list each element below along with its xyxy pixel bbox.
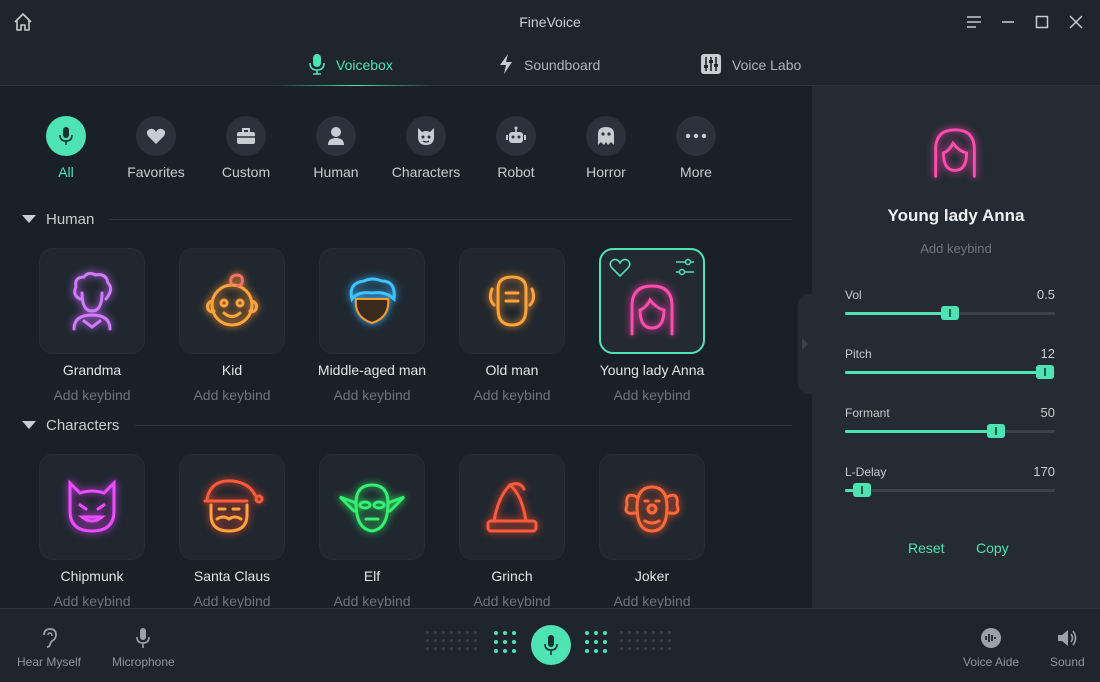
audio-level-dots-right [585,631,607,653]
joker-icon [624,485,680,533]
collapse-triangle-icon [22,421,36,429]
robot-icon [506,126,526,143]
slider-thumb[interactable] [987,424,1006,438]
add-keybind-link[interactable]: Add keybind [38,387,146,403]
equalizer-icon [700,53,722,78]
grinch-hat-icon [486,482,538,533]
speaker-icon [1050,627,1085,649]
bottom-bar: Hear Myself Microphone Voice Aide Sound [0,608,1100,682]
category-custom[interactable]: Custom [201,116,291,180]
voice-settings-panel: Young lady Anna Add keybind Vol 0.5 Pitc… [812,86,1100,608]
old-man-icon [488,275,536,327]
audio-level-dots-right-dim [620,631,671,650]
category-robot[interactable]: Robot [471,116,561,180]
hear-myself-button[interactable]: Hear Myself [17,627,81,669]
briefcase-icon [237,128,255,144]
vol-slider[interactable]: Vol 0.5 [845,287,1055,328]
chipmunk-icon [68,479,116,533]
more-dots-icon [685,133,707,139]
tab-soundboard[interactable]: Soundboard [498,44,600,86]
add-keybind-link[interactable]: Add keybind [178,387,286,403]
add-keybind-link[interactable]: Add keybind [598,593,706,608]
maximize-icon[interactable] [1032,12,1052,32]
heart-icon [146,128,166,144]
slider-thumb[interactable] [852,483,871,497]
sound-button[interactable]: Sound [1050,627,1085,669]
microphone-icon [112,627,175,649]
add-keybind-link[interactable]: Add keybind [812,241,1100,256]
audio-level-dots-left [494,631,516,653]
tab-voice-labo[interactable]: Voice Labo [700,44,801,86]
slider-thumb[interactable] [941,306,959,320]
voice-card-young-lady-anna[interactable]: Young lady Anna Add keybind [598,248,706,403]
category-favorites[interactable]: Favorites [111,116,201,180]
kid-icon [206,273,258,327]
reset-button[interactable]: Reset [908,540,945,556]
close-icon[interactable] [1066,12,1086,32]
cat-face-icon [418,128,434,145]
voice-card-grandma[interactable]: Grandma Add keybind [38,248,146,403]
voice-card-santa-claus[interactable]: Santa Claus Add keybind [178,454,286,608]
category-all[interactable]: All [21,116,111,180]
voice-card-kid[interactable]: Kid Add keybind [178,248,286,403]
category-more[interactable]: More [651,116,741,180]
lightning-icon [498,53,514,78]
elf-icon [338,483,406,533]
title-bar: FineVoice [0,0,1100,44]
audio-level-dots-left-dim [426,631,477,650]
voice-card-grinch[interactable]: Grinch Add keybind [458,454,566,608]
voice-card-elf[interactable]: Elf Add keybind [318,454,426,608]
menu-icon[interactable] [964,12,984,32]
section-human-header[interactable]: Human [22,208,792,230]
app-title: FineVoice [519,14,581,30]
voice-card-chipmunk[interactable]: Chipmunk Add keybind [38,454,146,608]
middle-aged-man-icon [349,277,396,325]
minimize-icon[interactable] [998,12,1018,32]
settings-sliders-icon[interactable] [675,258,695,281]
section-characters-header[interactable]: Characters [22,414,792,436]
category-characters[interactable]: Characters [381,116,471,180]
slider-thumb[interactable] [1035,365,1054,379]
voice-card-joker[interactable]: Joker Add keybind [598,454,706,608]
pitch-slider[interactable]: Pitch 12 [845,346,1055,387]
voicebox-panel: All Favorites Custom Human Characters Ro… [0,86,812,608]
microphone-icon [59,127,73,145]
add-keybind-link[interactable]: Add keybind [318,593,426,608]
microphone-icon [544,635,558,655]
app-window: FineVoice Voicebox Soundboard Voice Labo… [0,0,1100,682]
add-keybind-link[interactable]: Add keybind [598,387,706,403]
main-microphone-toggle[interactable] [531,625,571,665]
add-keybind-link[interactable]: Add keybind [38,593,146,608]
young-lady-icon [926,124,984,182]
grandma-icon [72,271,113,331]
young-lady-icon [630,284,674,336]
l-delay-slider[interactable]: L-Delay 170 [845,464,1055,505]
add-keybind-link[interactable]: Add keybind [178,593,286,608]
collapse-triangle-icon [22,215,36,223]
add-keybind-link[interactable]: Add keybind [318,387,426,403]
formant-slider[interactable]: Formant 50 [845,405,1055,446]
microphone-icon [308,53,326,78]
add-keybind-link[interactable]: Add keybind [458,387,566,403]
voice-card-middle-aged-man[interactable]: Middle-aged man Add keybind [318,248,426,403]
person-icon [328,127,344,145]
santa-claus-icon [203,479,264,533]
panel-collapse-handle[interactable] [798,294,812,394]
tab-voicebox[interactable]: Voicebox [278,44,433,87]
ghost-icon [598,127,614,145]
selected-voice-name: Young lady Anna [887,206,1025,225]
category-bar: All Favorites Custom Human Characters Ro… [0,86,812,198]
voice-aide-icon [963,627,1019,649]
add-keybind-link[interactable]: Add keybind [458,593,566,608]
category-human[interactable]: Human [291,116,381,180]
ear-icon [17,627,81,649]
voice-card-old-man[interactable]: Old man Add keybind [458,248,566,403]
voice-aide-button[interactable]: Voice Aide [963,627,1019,669]
main-tabs: Voicebox Soundboard Voice Labo [0,44,1100,87]
category-horror[interactable]: Horror [561,116,651,180]
microphone-button[interactable]: Microphone [112,627,175,669]
copy-button[interactable]: Copy [976,540,1009,556]
